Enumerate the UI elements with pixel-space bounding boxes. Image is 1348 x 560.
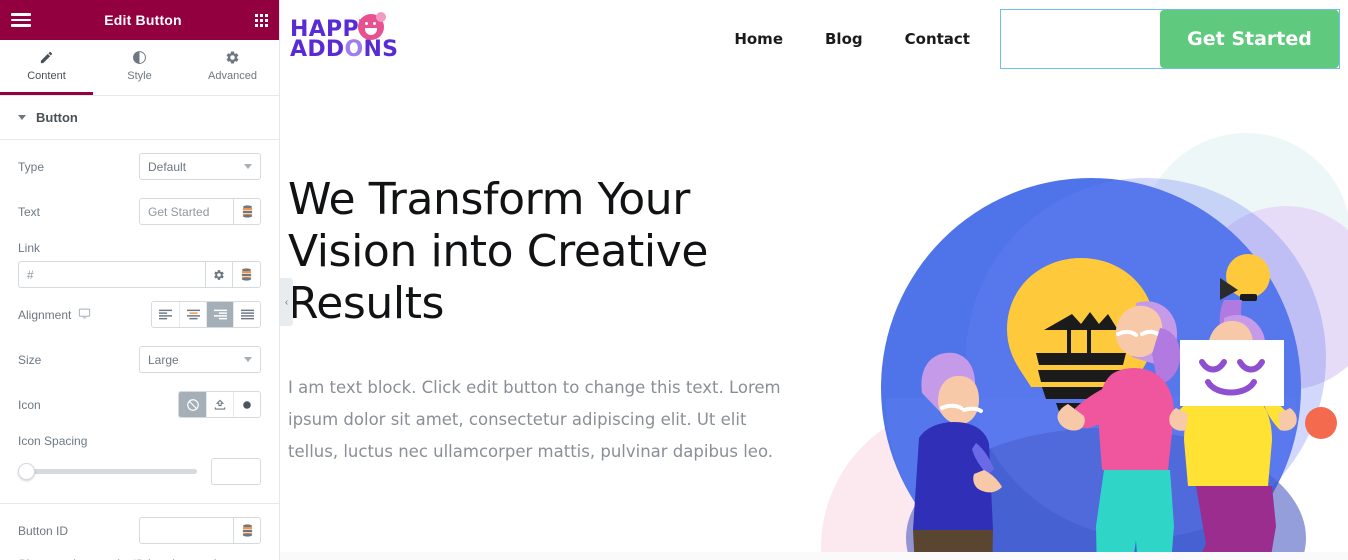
size-select[interactable]: Large [139,346,261,373]
slider-knob[interactable] [18,463,35,480]
site-logo[interactable]: HAPPY ADDONS [290,11,399,62]
hero-text-column: We Transform Your Vision into Creative R… [280,78,825,468]
section-divider [0,503,279,504]
panel-collapse-handle[interactable]: ‹ [280,278,293,326]
tab-content[interactable]: Content [0,40,93,95]
icon-spacing-slider-row [0,454,279,495]
smiley-face-icon [358,11,386,40]
tab-style-label: Style [127,70,152,82]
control-text-label: Text [18,204,41,219]
button-id-input[interactable] [139,517,233,544]
text-input-group: Get Started [139,198,261,225]
preview-footer-strip [280,552,1348,560]
alignment-choices [151,301,261,328]
site-header: HAPPY ADDONS Home Blog Contact Get Start… [280,0,1348,78]
icon-choices [178,391,261,418]
panel-title: Edit Button [104,12,182,28]
control-icon: Icon [0,382,279,427]
panel-body: Type Default Text Get Started Link # Ali… [0,140,279,560]
desktop-icon[interactable] [78,307,91,323]
control-button-id: Button ID [0,508,279,553]
tab-style[interactable]: Style [93,40,186,95]
upload-icon[interactable] [206,392,233,417]
control-size: Size Large [0,337,279,382]
size-select-value: Large [148,352,179,367]
logo-line-2-before: ADD [290,37,345,62]
icon-spacing-slider[interactable] [18,463,197,481]
link-input[interactable]: # [18,261,205,288]
site-nav: Home Blog Contact [734,30,970,48]
tab-content-label: Content [27,70,66,82]
hero-paragraph: I am text block. Click edit button to ch… [288,377,781,462]
control-icon-spacing-label: Icon Spacing [18,434,88,448]
align-right-icon[interactable] [206,302,233,327]
control-type-label: Type [18,159,45,174]
control-button-id-label: Button ID [18,523,69,538]
database-icon[interactable] [233,198,261,225]
elementor-editor: Edit Button Content Style Advanced Butto… [0,0,1348,560]
section-button-header[interactable]: Button [0,96,279,140]
control-size-label: Size [18,352,42,367]
icon-spacing-value-input[interactable] [211,458,261,485]
chevron-left-icon: ‹ [284,296,289,308]
chevron-down-icon [244,357,252,362]
button-widget-selected[interactable]: Get Started [1000,9,1340,69]
none-icon[interactable] [179,392,206,417]
contrast-circle-icon [132,50,147,65]
control-link-label: Link [18,241,41,255]
type-select[interactable]: Default [139,153,261,180]
control-text: Text Get Started [0,189,279,234]
align-justify-icon[interactable] [233,302,260,327]
hamburger-icon[interactable] [11,13,31,27]
database-icon[interactable] [233,261,261,288]
control-link: Link [0,234,279,255]
link-input-group: # [0,261,279,292]
control-icon-label: Icon [18,397,41,412]
logo-line-2-o: O [344,37,364,62]
button-id-hint: Please make sure the ID is unique and no… [0,553,279,560]
grid-icon[interactable] [255,13,268,27]
panel-tabs: Content Style Advanced [0,40,279,96]
logo-line-2: ADDONS [290,37,399,62]
gear-icon [225,50,240,65]
database-icon[interactable] [233,517,261,544]
type-select-value: Default [148,159,187,174]
creative-team-illustration [816,118,1348,560]
align-center-icon[interactable] [179,302,206,327]
elementor-panel: Edit Button Content Style Advanced Butto… [0,0,280,560]
site-preview: HAPPY ADDONS Home Blog Contact Get Start… [280,0,1348,560]
section-button-title: Button [36,110,78,125]
hero-heading: We Transform Your Vision into Creative R… [288,174,709,329]
hero-section: We Transform Your Vision into Creative R… [280,78,1348,560]
control-alignment: Alignment [0,292,279,337]
nav-item-contact[interactable]: Contact [905,30,970,48]
alignment-label-text: Alignment [18,307,72,322]
icon-library-circle-icon[interactable] [233,392,260,417]
get-started-button[interactable]: Get Started [1160,10,1339,68]
tab-advanced[interactable]: Advanced [186,40,279,95]
control-icon-spacing: Icon Spacing [0,427,279,448]
gear-icon[interactable] [205,261,233,288]
control-type: Type Default [0,144,279,189]
logo-line-2-after: NS [363,37,399,62]
control-alignment-label: Alignment [18,307,91,323]
align-left-icon[interactable] [152,302,179,327]
pencil-icon [39,50,54,65]
panel-header: Edit Button [0,0,279,40]
tab-advanced-label: Advanced [208,70,257,82]
nav-item-home[interactable]: Home [734,30,783,48]
chevron-down-icon [244,164,252,169]
text-input[interactable]: Get Started [139,198,233,225]
slider-track [18,469,197,474]
chevron-down-icon [18,115,26,120]
button-id-input-group [139,517,261,544]
nav-item-blog[interactable]: Blog [825,30,863,48]
